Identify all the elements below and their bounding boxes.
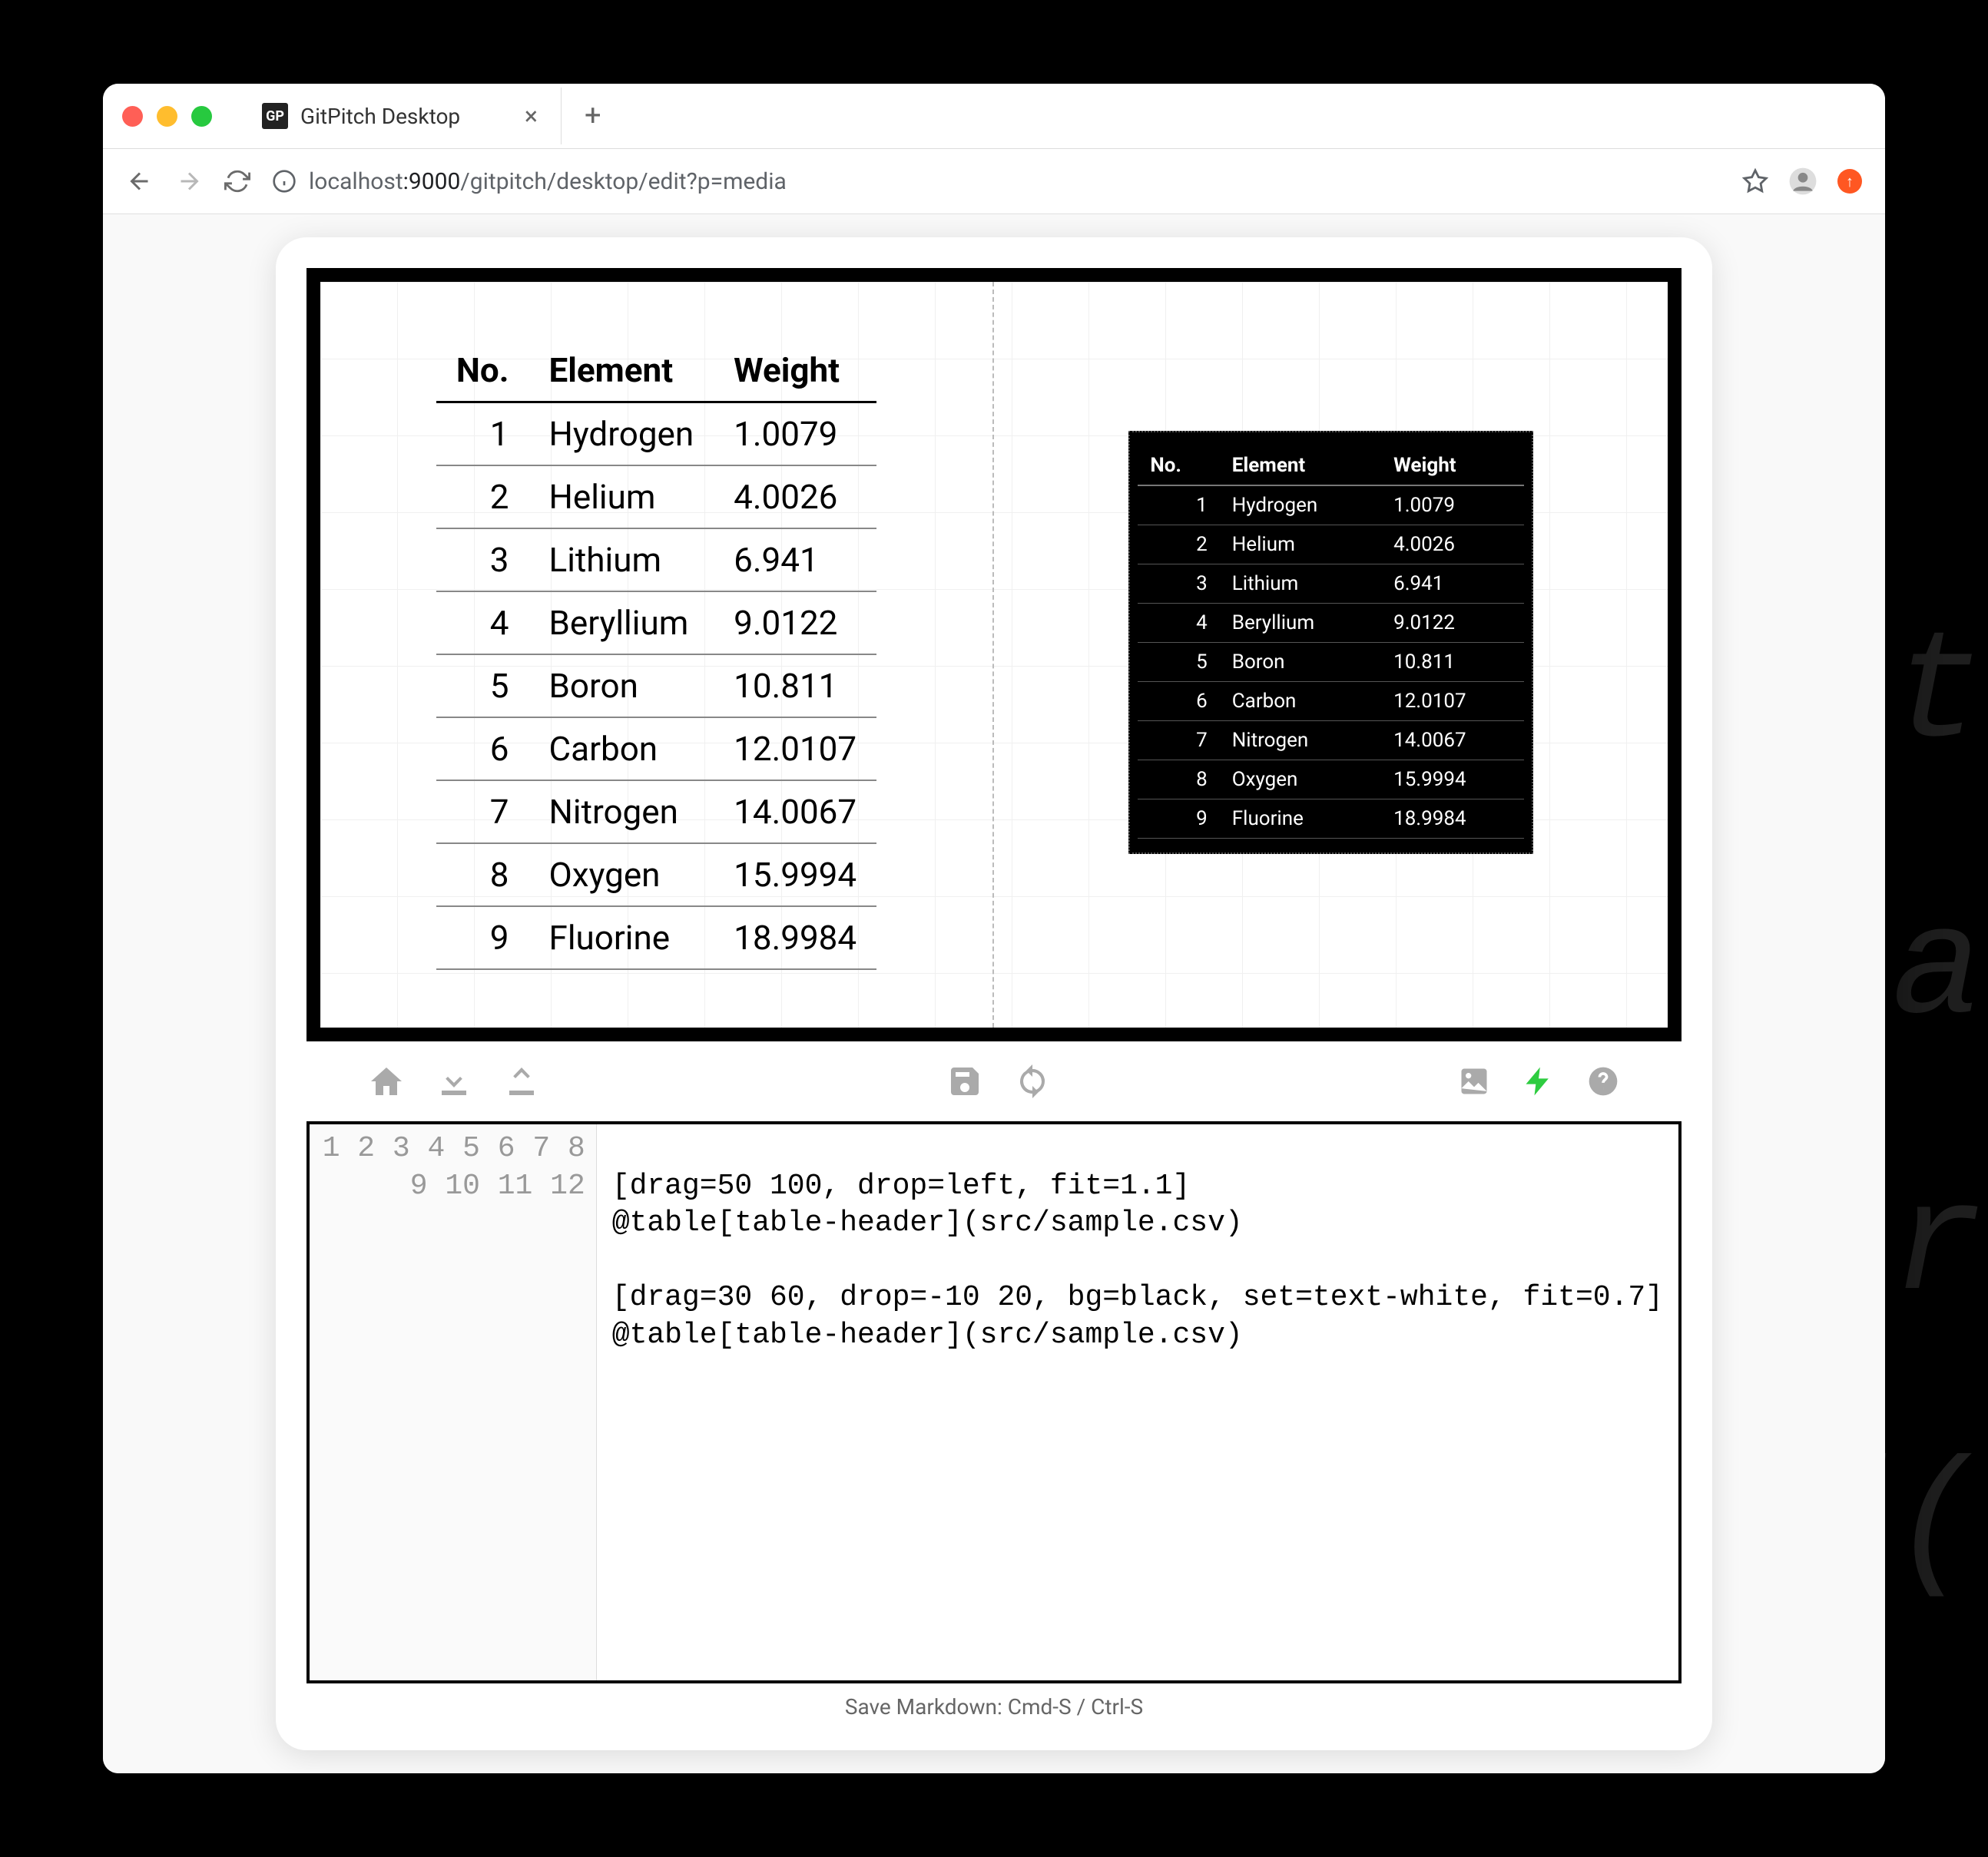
status-bar: Save Markdown: Cmd-S / Ctrl-S [306, 1683, 1682, 1720]
table-row: 8Oxygen15.9994 [436, 843, 876, 906]
table-row: 4Beryllium9.0122 [1138, 604, 1523, 643]
table-row: 3Lithium6.941 [436, 528, 876, 591]
col-element: Element [529, 339, 714, 402]
tab-favicon: GP [262, 103, 288, 129]
table-row: 3Lithium6.941 [1138, 564, 1523, 604]
col-no: No. [436, 339, 529, 402]
line-gutter: 1 2 3 4 5 6 7 8 9 10 11 12 [310, 1124, 597, 1680]
table-row: 9Fluorine18.9984 [436, 906, 876, 969]
gitpitch-editor-card: No. Element Weight 1Hydrogen1.00792Heliu… [276, 237, 1712, 1750]
url-path: /gitpitch/desktop/edit?p=media [460, 168, 786, 195]
image-icon[interactable] [1457, 1064, 1491, 1098]
table-row: 5Boron10.811 [1138, 643, 1523, 682]
table-row: 9Fluorine18.9984 [1138, 799, 1523, 839]
table-row: 8Oxygen15.9994 [1138, 760, 1523, 799]
address-bar: localhost:9000/gitpitch/desktop/edit?p=m… [103, 149, 1885, 214]
table-row: 6Carbon12.0107 [436, 717, 876, 780]
extension-badge-icon[interactable]: ↑ [1837, 169, 1862, 194]
window-controls [122, 106, 212, 127]
url-input[interactable]: localhost:9000/gitpitch/desktop/edit?p=m… [272, 168, 1721, 195]
close-tab-button[interactable]: × [525, 101, 538, 131]
save-icon[interactable] [946, 1063, 983, 1100]
close-window-button[interactable] [122, 106, 143, 127]
code-content[interactable]: [drag=50 100, drop=left, fit=1.1] @table… [597, 1124, 1678, 1680]
table-row: 7Nitrogen14.0067 [1138, 721, 1523, 760]
minimize-window-button[interactable] [157, 106, 177, 127]
new-tab-button[interactable]: + [585, 99, 601, 133]
table-row: 2Helium4.0026 [436, 465, 876, 528]
bookmark-star-icon[interactable] [1742, 168, 1768, 194]
slide-region-right: No. Element Weight 1Hydrogen1.00792Heliu… [1128, 431, 1532, 854]
browser-window: GP GitPitch Desktop × + localhost:9000/g… [103, 84, 1885, 1773]
table-row: 1Hydrogen1.0079 [1138, 485, 1523, 525]
site-info-icon[interactable] [272, 169, 297, 194]
tab-title: GitPitch Desktop [300, 104, 460, 129]
forward-button[interactable] [175, 167, 203, 195]
table-row: 1Hydrogen1.0079 [436, 402, 876, 465]
slide-region-left: No. Element Weight 1Hydrogen1.00792Heliu… [320, 282, 994, 1028]
lightning-icon[interactable] [1522, 1064, 1556, 1098]
refresh-icon[interactable] [1014, 1063, 1051, 1100]
help-icon[interactable] [1586, 1064, 1620, 1098]
table-row: 5Boron10.811 [436, 654, 876, 717]
url-port: :9000 [403, 168, 461, 195]
upload-icon[interactable] [503, 1063, 540, 1100]
url-host: localhost [309, 168, 403, 195]
reload-button[interactable] [224, 168, 250, 194]
table-row: 7Nitrogen14.0067 [436, 780, 876, 843]
home-icon[interactable] [368, 1063, 405, 1100]
back-button[interactable] [126, 167, 154, 195]
maximize-window-button[interactable] [191, 106, 212, 127]
profile-avatar-icon[interactable] [1788, 167, 1817, 196]
slide-preview: No. Element Weight 1Hydrogen1.00792Heliu… [306, 268, 1682, 1041]
table-row: 2Helium4.0026 [1138, 525, 1523, 564]
editor-toolbar [306, 1041, 1682, 1121]
download-icon[interactable] [436, 1063, 472, 1100]
browser-titlebar: GP GitPitch Desktop × + [103, 84, 1885, 149]
periodic-table-dark: No. Element Weight 1Hydrogen1.00792Heliu… [1138, 446, 1523, 839]
col-weight: Weight [714, 339, 876, 402]
periodic-table-light: No. Element Weight 1Hydrogen1.00792Heliu… [436, 339, 876, 970]
table-row: 4Beryllium9.0122 [436, 591, 876, 654]
browser-tab[interactable]: GP GitPitch Desktop × [239, 88, 562, 144]
code-editor[interactable]: 1 2 3 4 5 6 7 8 9 10 11 12 [drag=50 100,… [306, 1121, 1682, 1683]
table-row: 6Carbon12.0107 [1138, 682, 1523, 721]
